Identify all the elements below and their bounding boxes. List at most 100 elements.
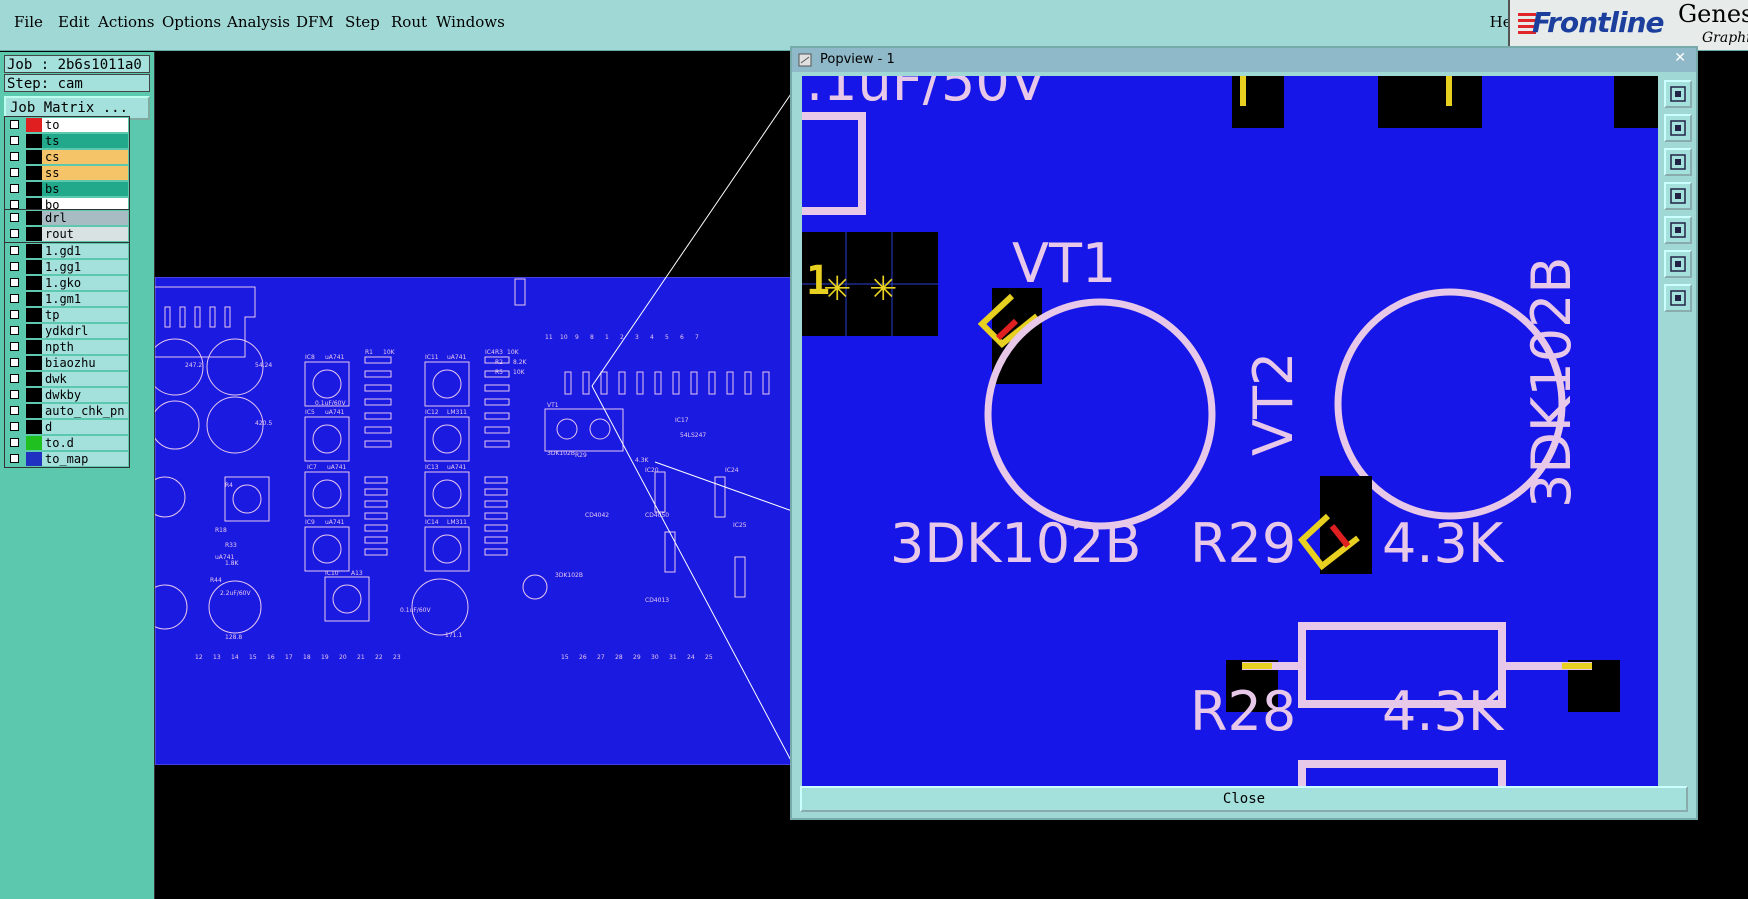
layer-row-1-gm1[interactable]: 1.gm1 [5,291,129,307]
layer-color-swatch[interactable] [26,150,42,164]
layer-name[interactable]: dwk [42,372,128,386]
menu-step[interactable]: Step [345,13,380,31]
layer-name[interactable]: biaozhu [42,356,128,370]
layer-checkbox[interactable] [10,262,19,271]
zoom-window-icon[interactable] [1664,80,1692,108]
pan-left-icon[interactable] [1664,182,1692,210]
layer-row-1-gd1[interactable]: 1.gd1 [5,243,129,259]
layer-color-swatch[interactable] [26,227,42,241]
layer-row-dwk[interactable]: dwk [5,371,129,387]
layer-color-swatch[interactable] [26,420,42,434]
layer-name[interactable]: 1.gd1 [42,244,128,258]
layer-name[interactable]: npth [42,340,128,354]
layer-checkbox[interactable] [10,246,19,255]
layer-row-auto-chk-pn[interactable]: auto_chk_pn [5,403,129,419]
close-icon[interactable]: ✕ [1674,50,1686,66]
zoom-home-icon[interactable] [1664,284,1692,312]
layer-name[interactable]: to [42,118,128,132]
layer-checkbox[interactable] [10,342,19,351]
layer-color-swatch[interactable] [26,166,42,180]
layer-row-dwkby[interactable]: dwkby [5,387,129,403]
layer-checkbox[interactable] [10,213,19,222]
layer-checkbox[interactable] [10,200,19,209]
menu-actions[interactable]: Actions [98,13,154,31]
layer-color-swatch[interactable] [26,308,42,322]
layer-row-cs[interactable]: cs [5,149,129,165]
layer-row-biaozhu[interactable]: biaozhu [5,355,129,371]
layer-row-1-gko[interactable]: 1.gko [5,275,129,291]
zoom-out-icon[interactable] [1664,148,1692,176]
menu-file[interactable]: File [14,13,43,31]
layer-color-swatch[interactable] [26,211,42,225]
layer-checkbox[interactable] [10,358,19,367]
layer-name[interactable]: to_map [42,452,128,466]
layer-checkbox[interactable] [10,278,19,287]
layer-row-tp[interactable]: tp [5,307,129,323]
layer-color-swatch[interactable] [26,244,42,258]
layer-name[interactable]: auto_chk_pn [42,404,128,418]
layer-name[interactable]: ss [42,166,128,180]
layer-checkbox[interactable] [10,390,19,399]
menu-windows[interactable]: Windows [436,13,505,31]
layer-checkbox[interactable] [10,184,19,193]
layer-row-ss[interactable]: ss [5,165,129,181]
layer-row-to-map[interactable]: to_map [5,451,129,467]
layer-name[interactable]: ydkdrl [42,324,128,338]
layer-name[interactable]: dwkby [42,388,128,402]
menu-analysis[interactable]: Analysis [227,13,290,31]
layer-color-swatch[interactable] [26,118,42,132]
layer-checkbox[interactable] [10,120,19,129]
layer-color-swatch[interactable] [26,292,42,306]
layer-checkbox[interactable] [10,136,19,145]
layer-checkbox[interactable] [10,229,19,238]
layer-row-d[interactable]: d [5,419,129,435]
layer-name[interactable]: bs [42,182,128,196]
layer-color-swatch[interactable] [26,356,42,370]
zoom-in-icon[interactable] [1664,114,1692,142]
layer-name[interactable]: drl [42,211,128,225]
layer-checkbox[interactable] [10,406,19,415]
layer-checkbox[interactable] [10,422,19,431]
menu-rout[interactable]: Rout [391,13,427,31]
layer-name[interactable]: d [42,420,128,434]
layer-name[interactable]: 1.gko [42,276,128,290]
layer-color-swatch[interactable] [26,260,42,274]
layer-row-bs[interactable]: bs [5,181,129,197]
layer-row-to[interactable]: to [5,117,129,133]
layer-color-swatch[interactable] [26,388,42,402]
layer-checkbox[interactable] [10,326,19,335]
popview-titlebar[interactable]: Popview - 1 ✕ [792,48,1696,72]
layer-name[interactable]: rout [42,227,128,241]
layer-checkbox[interactable] [10,374,19,383]
layer-checkbox[interactable] [10,310,19,319]
layer-color-swatch[interactable] [26,276,42,290]
layer-color-swatch[interactable] [26,436,42,450]
layer-row-drl[interactable]: drl [5,210,129,226]
layer-row-to-d[interactable]: to.d [5,435,129,451]
layer-checkbox[interactable] [10,168,19,177]
menu-edit[interactable]: Edit [58,13,89,31]
layer-row-ts[interactable]: ts [5,133,129,149]
layer-row-rout[interactable]: rout [5,226,129,242]
layer-color-swatch[interactable] [26,324,42,338]
layer-name[interactable]: ts [42,134,128,148]
layer-color-swatch[interactable] [26,452,42,466]
menu-options[interactable]: Options [162,13,221,31]
menu-dfm[interactable]: DFM [296,13,334,31]
close-button[interactable]: Close [800,786,1688,812]
pan-right-icon[interactable] [1664,216,1692,244]
layer-name[interactable]: 1.gg1 [42,260,128,274]
layer-checkbox[interactable] [10,294,19,303]
layer-name[interactable]: 1.gm1 [42,292,128,306]
layer-checkbox[interactable] [10,438,19,447]
layer-name[interactable]: to.d [42,436,128,450]
popview-zoom-canvas[interactable]: 1 ✳ ✳ .1uF/50V VT1 VT2 3DK102B 3DK102B R… [802,76,1658,786]
zoom-fit-icon[interactable] [1664,250,1692,278]
layer-color-swatch[interactable] [26,182,42,196]
layer-name[interactable]: cs [42,150,128,164]
layer-color-swatch[interactable] [26,404,42,418]
layer-color-swatch[interactable] [26,372,42,386]
layer-row-ydkdrl[interactable]: ydkdrl [5,323,129,339]
layer-name[interactable]: tp [42,308,128,322]
layer-row-npth[interactable]: npth [5,339,129,355]
